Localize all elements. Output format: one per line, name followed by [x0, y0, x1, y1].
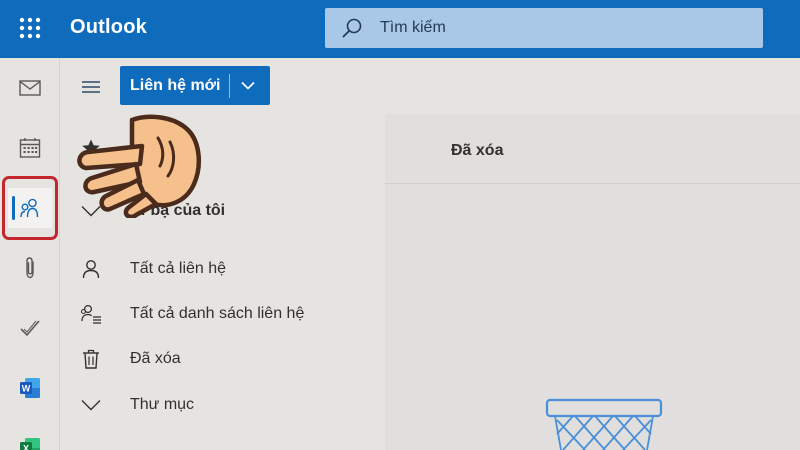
nav-all-contact-lists[interactable]: Tất cả danh sách liên hệ	[60, 294, 385, 334]
search-input[interactable]: Tìm kiếm	[325, 8, 763, 48]
app-title[interactable]: Outlook	[70, 16, 147, 39]
top-bar: Outlook Tìm kiếm	[0, 0, 800, 58]
empty-basket-illustration	[545, 396, 663, 450]
person-icon	[80, 258, 102, 280]
hamburger-menu-icon[interactable]	[80, 78, 102, 96]
word-icon-letter: W	[22, 384, 31, 394]
nav-folders[interactable]: Thư mục	[60, 385, 385, 425]
excel-icon: X	[19, 437, 41, 450]
app-rail: W X	[0, 58, 60, 450]
contact-list-icon	[80, 303, 102, 325]
new-contact-split-button: Liên hệ mới	[120, 66, 270, 105]
rail-files-button[interactable]	[8, 248, 52, 288]
chevron-down-icon	[80, 200, 102, 222]
app-launcher-icon[interactable]	[19, 17, 41, 39]
search-placeholder: Tìm kiếm	[380, 19, 446, 36]
nav-my-contacts-label: … bạ của tôi	[130, 202, 226, 219]
chevron-down-icon	[80, 394, 102, 416]
main-content: Đã xóa	[385, 114, 800, 450]
trash-icon	[80, 348, 102, 370]
nav-deleted[interactable]: Đã xóa	[60, 339, 385, 379]
folder-pane: Liên hệ mới …n … bạ của tôi Tất cả liên …	[60, 58, 385, 450]
content-title: Đã xóa	[451, 142, 504, 159]
content-header: Đã xóa	[385, 114, 800, 184]
new-contact-dropdown-button[interactable]	[230, 66, 266, 105]
nav-deleted-label: Đã xóa	[130, 350, 181, 367]
chevron-down-icon	[240, 77, 255, 95]
checkmark-icon	[19, 318, 41, 338]
people-highlight-frame	[2, 176, 58, 240]
command-bar	[385, 58, 800, 114]
rail-todo-button[interactable]	[8, 308, 52, 348]
star-icon	[80, 137, 102, 159]
calendar-icon	[19, 137, 41, 159]
search-icon	[341, 17, 363, 39]
mail-icon	[19, 80, 41, 96]
nav-all-contact-lists-label: Tất cả danh sách liên hệ	[130, 305, 305, 322]
rail-calendar-button[interactable]	[8, 128, 52, 168]
rail-excel-button[interactable]: X	[8, 428, 52, 450]
new-contact-button[interactable]: Liên hệ mới	[120, 66, 229, 105]
nav-folders-label: Thư mục	[130, 396, 195, 413]
excel-icon-letter: X	[23, 444, 29, 450]
nav-all-contacts[interactable]: Tất cả liên hệ	[60, 249, 385, 289]
paperclip-icon	[22, 256, 38, 280]
rail-mail-button[interactable]	[8, 68, 52, 108]
nav-my-contacts[interactable]: … bạ của tôi	[60, 191, 385, 231]
nav-all-contacts-label: Tất cả liên hệ	[130, 260, 227, 277]
rail-word-button[interactable]: W	[8, 368, 52, 408]
nav-favorites[interactable]: …n	[60, 128, 385, 168]
nav-favorites-label: …n	[130, 139, 156, 156]
word-icon: W	[19, 377, 41, 399]
